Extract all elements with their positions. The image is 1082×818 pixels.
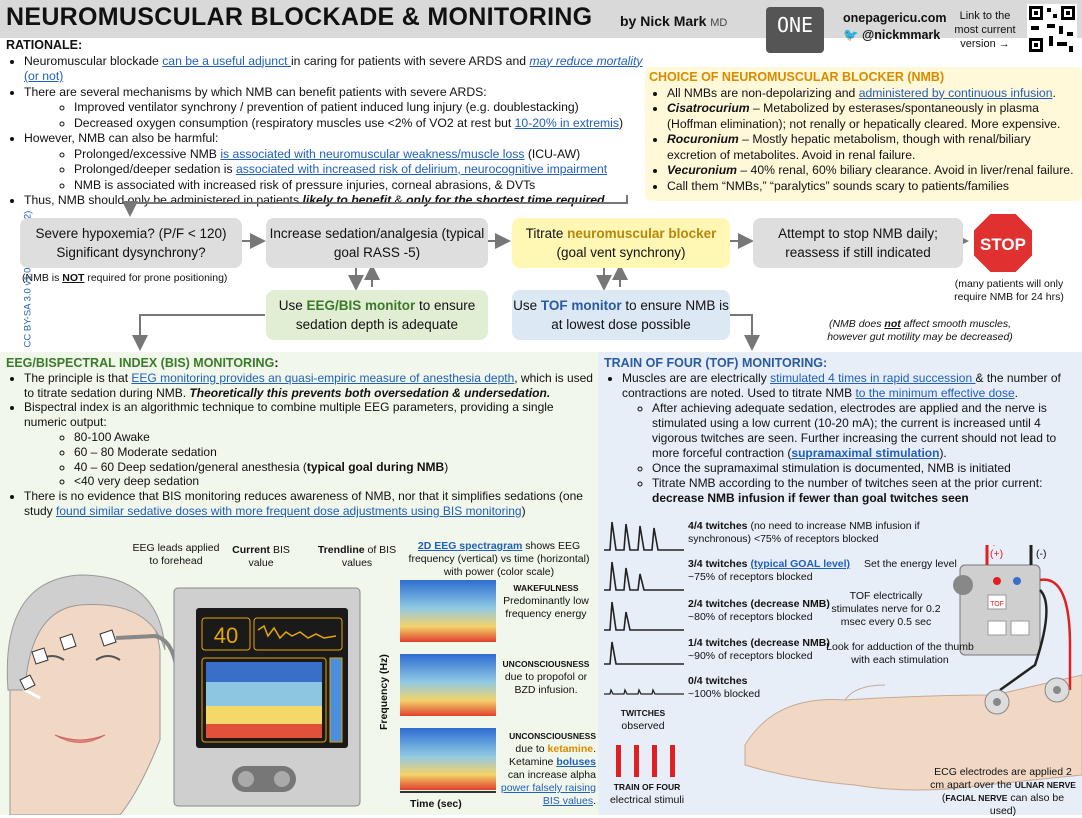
bis-range: 40 – 60 Deep sedation/general anesthesia… [74, 460, 596, 475]
rationale-subitem: Decreased oxygen consumption (respirator… [74, 116, 646, 132]
one-logo: ONE [766, 7, 824, 53]
rationale-subitem: Prolonged/excessive NMB is associated wi… [74, 147, 646, 163]
delirium-link[interactable]: associated with increased risk of deliri… [236, 162, 607, 176]
eeg-spectragrams [400, 580, 496, 793]
twitch-4-label: 4/4 twitches (no need to increase NMB in… [688, 520, 920, 545]
nmb-choice-heading: CHOICE OF NEUROMUSCULAR BLOCKER (NMB) [649, 70, 945, 84]
thumb-adduction-label: Look for adduction of the thumb with eac… [826, 641, 974, 666]
plus-electrode-label: (+) [990, 548, 1004, 560]
twitch-waveforms [604, 521, 684, 695]
propofol-label: UNCONSCIOUSNESS due to propofol or BZD in… [502, 659, 590, 696]
tof-subitem: Titrate NMB according to the number of t… [652, 476, 1078, 506]
nmb-choice-section: CHOICE OF NEUROMUSCULAR BLOCKER (NMB) Al… [649, 70, 1079, 194]
nmb-item: Vecuronium – 40% renal, 60% biliary clea… [667, 163, 1079, 179]
mortality-link[interactable]: may reduce mortality [529, 54, 642, 68]
tof-monitor-box: Use TOF monitor to ensure NMB is at lowe… [512, 290, 730, 340]
bis-range: 60 – 80 Moderate sedation [74, 445, 596, 460]
ketamine-label: UNCONSCIOUSNESS due to ketamine. Ketamine… [500, 731, 596, 807]
stop-sign-label: STOP [980, 235, 1026, 254]
weakness-link[interactable]: is associated with neuromuscular weaknes… [220, 147, 524, 161]
page-title: NEUROMUSCULAR BLOCKADE & MONITORING [6, 3, 593, 31]
nmb-item: Call them “NMBs,” “paralytics” sounds sc… [667, 179, 1079, 195]
nmb-item: Rocuronium – Mostly hepatic metabolism, … [667, 132, 1079, 163]
energy-level-label: Set the energy level [864, 558, 957, 570]
flow-hypoxemia-box: Severe hypoxemia? (P/F < 120) Significan… [20, 218, 242, 268]
eeg-monitor-box: Use EEG/BIS monitor to ensure sedation d… [266, 290, 488, 340]
infusion-link[interactable]: administered by continuous infusion [859, 86, 1053, 100]
rationale-item: Neuromuscular blockade can be a useful a… [24, 54, 646, 85]
falsely-raising-link[interactable]: power falsely raising BIS values [501, 782, 596, 807]
tof-electrical-label: TOF electrically stimulates nerve for 0.… [831, 590, 941, 628]
frequency-axis-label: Frequency (Hz) [378, 654, 390, 730]
nmb-item: All NMBs are non-depolarizing and admini… [667, 86, 1079, 102]
bis-monitor: 40 [173, 587, 361, 807]
stimulated-link[interactable]: stimulated 4 times in rapid succession [770, 371, 975, 385]
tof-section: TRAIN OF FOUR (TOF) MONITORING: Muscles … [604, 356, 1078, 506]
min-dose-link[interactable]: to the minimum effective dose [855, 386, 1014, 400]
supramaximal-link[interactable]: supramaximal stimulation [791, 446, 939, 460]
tof-subitem: After achieving adequate sedation, elect… [652, 401, 1078, 461]
eeg-item: There is no evidence that BIS monitoring… [24, 489, 596, 519]
ecg-electrodes-label: ECG electrodes are applied 2 cm apart ov… [930, 766, 1076, 817]
spectragram-link[interactable]: 2D EEG spectragram [418, 540, 522, 552]
author-byline: by Nick Mark MD [620, 13, 728, 29]
rationale-section: RATIONALE: Neuromuscular blockade can be… [6, 38, 646, 209]
flow-titrate-box: Titrate neuromuscular blocker (goal vent… [512, 218, 730, 268]
device-tof-label: TOF [990, 601, 1004, 608]
eeg-item: The principle is that EEG monitoring pro… [24, 371, 596, 401]
twitches-observed-label: TWITCHES observed [620, 708, 666, 732]
bis-study-link[interactable]: found similar sedative doses with more f… [56, 504, 522, 518]
wakefulness-label: WAKEFULNESS Predominantly low frequency e… [503, 583, 589, 620]
stop-note: (many patients will only require NMB for… [954, 278, 1064, 303]
or-not-link[interactable]: (or not) [24, 69, 63, 83]
stop-sign-icon: STOP [972, 212, 1034, 274]
smooth-muscle-note: (NMB does not affect smooth muscles, how… [827, 318, 1013, 343]
rationale-subitem: NMB is associated with increased risk of… [74, 178, 646, 194]
bis-range: 80-100 Awake [74, 430, 596, 445]
rationale-subitem: Prolonged/deeper sedation is associated … [74, 162, 646, 178]
trendline-label: Trendline of BIS values [317, 544, 397, 569]
tof-stimuli-label: TRAIN OF FOUR electrical stimuli [609, 782, 685, 806]
flow-stop-daily-box: Attempt to stop NMB daily; reassess if s… [753, 218, 963, 268]
nmb-item: Cisatrocurium – Metabolized by esterases… [667, 101, 1079, 132]
tof-heading: TRAIN OF FOUR (TOF) MONITORING: [604, 356, 828, 370]
eeg-item: Bispectral index is an algorithmic techn… [24, 400, 596, 430]
eeg-leads-label: EEG leads applied to forehead [132, 542, 220, 567]
qr-code-icon[interactable] [1027, 4, 1077, 54]
current-bis-label: Current BIS value [232, 544, 290, 569]
minus-electrode-label: (-) [1036, 548, 1047, 560]
bis-range: <40 very deep sedation [74, 474, 596, 489]
time-axis-label: Time (sec) [410, 798, 462, 810]
rationale-item: However, NMB can also be harmful: [24, 131, 646, 147]
spectragram-label: 2D EEG spectragram shows EEG frequency (… [408, 540, 590, 578]
extremis-link[interactable]: 10-20% in extremis [515, 116, 619, 130]
tof-item: Muscles are are electrically stimulated … [622, 371, 1078, 401]
prone-note: (NMB is NOT required for prone positioni… [22, 272, 228, 284]
site-link[interactable]: onepagericu.com 🐦 @nickmmark [843, 10, 947, 44]
boluses-link[interactable]: boluses [556, 756, 596, 768]
tof-subitem: Once the supramaximal stimulation is doc… [652, 461, 1078, 476]
eeg-heading: EEG/BISPECTRAL INDEX (BIS) MONITORING: [6, 356, 279, 370]
rationale-item: There are several mechanisms by which NM… [24, 85, 646, 101]
bis-value: 40 [214, 623, 238, 648]
current-version-link[interactable]: Link to the most current version → [954, 9, 1016, 51]
useful-adjunct-link[interactable]: can be a useful adjunct [162, 54, 291, 68]
rationale-heading: RATIONALE: [6, 38, 83, 52]
anesthesia-depth-link[interactable]: EEG monitoring provides an quasi-empiric… [131, 371, 514, 385]
flow-sedation-box: Increase sedation/analgesia (typical goa… [266, 218, 488, 268]
tof-stimuli-bars [616, 745, 675, 777]
eeg-section: EEG/BISPECTRAL INDEX (BIS) MONITORING: T… [6, 356, 596, 519]
rationale-subitem: Improved ventilator synchrony / preventi… [74, 100, 646, 116]
